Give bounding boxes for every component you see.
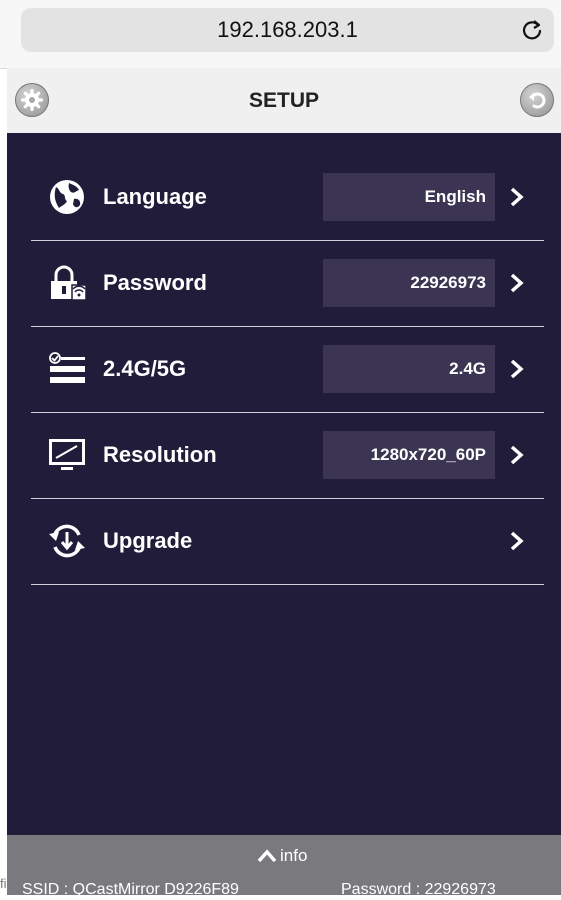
setting-value: English <box>323 173 495 221</box>
setting-label: Language <box>103 184 207 209</box>
browser-toolbar: 192.168.203.1 <box>0 0 561 69</box>
setting-row-upgrade[interactable]: Upgrade <box>31 498 544 585</box>
reload-icon[interactable] <box>520 18 544 42</box>
chevron-right-icon <box>510 273 524 293</box>
setting-row-band[interactable]: 2.4G/5G 2.4G <box>31 326 544 413</box>
info-footer: info SSID : QCastMirror D9226F89 Passwor… <box>7 835 561 898</box>
settings-panel: Language English Password 22926973 2.4G/… <box>7 133 561 835</box>
setting-value: 22926973 <box>323 259 495 307</box>
globe-icon <box>50 180 84 214</box>
chevron-right-icon <box>510 187 524 207</box>
setting-row-resolution[interactable]: Resolution 1280x720_60P <box>31 412 544 499</box>
upgrade-icon <box>49 524 85 558</box>
setting-label: Resolution <box>103 442 217 467</box>
setting-value: 1280x720_60P <box>323 431 495 479</box>
url-text: 192.168.203.1 <box>217 17 358 42</box>
address-bar[interactable]: 192.168.203.1 <box>21 8 554 52</box>
page-title: SETUP <box>248 89 319 112</box>
monitor-icon <box>49 439 85 470</box>
ssid-text: SSID : QCastMirror D9226F89 <box>22 881 239 898</box>
setting-row-password[interactable]: Password 22926973 <box>31 240 544 327</box>
chevron-right-icon <box>510 531 524 551</box>
setting-label: Password <box>103 270 207 295</box>
setting-label: 2.4G/5G <box>103 356 187 381</box>
setup-header: SETUP <box>7 68 561 133</box>
back-icon <box>529 92 546 109</box>
wifi-band-icon <box>49 352 85 383</box>
back-button[interactable] <box>520 83 554 117</box>
chevron-up-icon <box>257 849 277 863</box>
setting-value: 2.4G <box>323 345 495 393</box>
info-label: info <box>280 846 308 865</box>
setting-label: Upgrade <box>103 528 193 553</box>
lock-icon <box>51 265 87 301</box>
setting-row-language[interactable]: Language English <box>31 154 544 241</box>
password-text: Password : 22926973 <box>341 881 496 898</box>
clipped-text: fi <box>0 876 7 891</box>
chevron-right-icon <box>510 359 524 379</box>
chevron-right-icon <box>510 445 524 465</box>
info-toggle[interactable]: info <box>257 845 307 867</box>
